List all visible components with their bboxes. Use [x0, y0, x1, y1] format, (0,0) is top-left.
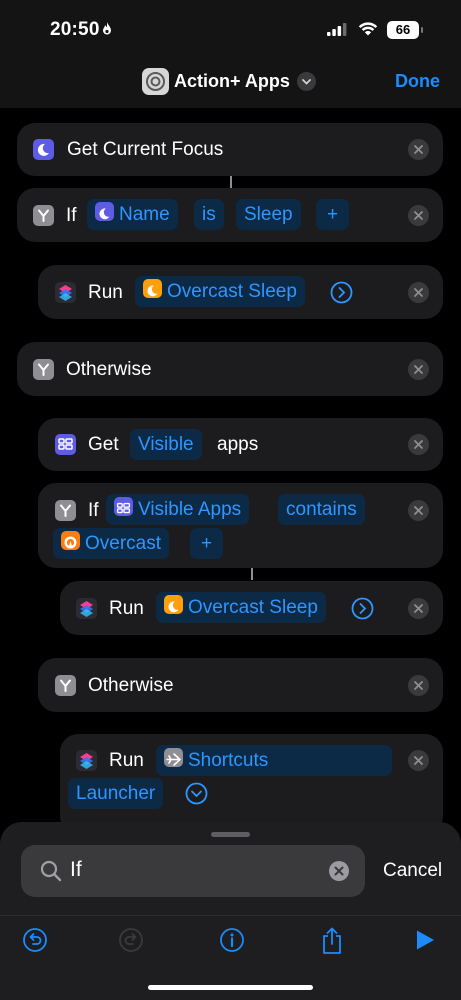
chevron-down-icon[interactable] — [297, 72, 316, 91]
search-input[interactable]: If — [70, 858, 82, 882]
action-run-shortcuts-launcher[interactable]: Run Shortcuts Launcher — [60, 734, 443, 834]
token-label: Name — [119, 204, 170, 225]
play-icon[interactable] — [414, 929, 436, 951]
moon-icon — [164, 595, 183, 614]
status-time: 20:50 — [50, 19, 112, 41]
action-if-visible-apps[interactable]: If Visible Apps contains Overcast + — [38, 483, 443, 568]
moon-icon — [95, 202, 114, 221]
if-keyword: If — [88, 500, 99, 521]
remove-action-button[interactable] — [408, 598, 429, 619]
shortcut-token[interactable]: Overcast Sleep — [135, 276, 305, 307]
connector-line — [230, 176, 232, 188]
action-otherwise[interactable]: Otherwise — [38, 658, 443, 712]
done-button[interactable]: Done — [395, 71, 440, 92]
sheet-grabber[interactable] — [211, 832, 250, 837]
remove-action-button[interactable] — [408, 500, 429, 521]
add-condition-button[interactable]: + — [316, 199, 349, 230]
redo-icon[interactable] — [118, 927, 144, 953]
remove-action-button[interactable] — [408, 282, 429, 303]
shortcuts-icon — [76, 598, 97, 619]
shortcut-token[interactable]: Shortcuts — [156, 745, 392, 776]
run-keyword: Run — [109, 598, 144, 619]
get-keyword: Get — [88, 434, 119, 455]
action-run-overcast-sleep[interactable]: Run Overcast Sleep — [60, 581, 443, 635]
shortcut-app-icon[interactable] — [142, 68, 169, 95]
shortcut-title[interactable]: Action+ Apps — [174, 71, 290, 92]
action-if-focus[interactable]: If Name is Sleep + — [17, 188, 443, 242]
token-label: Visible — [138, 434, 194, 455]
chevron-right-circle-icon[interactable] — [351, 597, 374, 620]
action-get-current-focus[interactable]: Get Current Focus — [17, 123, 443, 176]
clear-search-button[interactable] — [329, 861, 349, 881]
remove-action-button[interactable] — [408, 434, 429, 455]
if-keyword: If — [66, 205, 77, 226]
overcast-app-token[interactable]: Overcast — [53, 528, 170, 559]
token-label: Visible Apps — [138, 499, 242, 520]
otherwise-keyword: Otherwise — [66, 359, 152, 380]
remove-action-button[interactable] — [408, 359, 429, 380]
value-token[interactable]: Sleep — [236, 199, 301, 230]
connector-line — [251, 568, 253, 580]
focus-name-token[interactable]: Name — [87, 199, 178, 230]
moon-icon — [143, 279, 162, 298]
token-label: Overcast Sleep — [167, 281, 297, 302]
token-label: contains — [286, 499, 357, 520]
wifi-icon — [358, 22, 378, 36]
app-grid-icon — [114, 497, 133, 516]
apps-label: apps — [217, 434, 259, 455]
branch-icon — [55, 675, 76, 696]
cellular-signal-icon — [327, 23, 347, 36]
toolbar-divider — [0, 915, 461, 916]
chevron-down-circle-icon[interactable] — [185, 782, 208, 805]
otherwise-keyword: Otherwise — [88, 675, 174, 696]
moon-icon — [33, 139, 54, 160]
remove-action-button[interactable] — [408, 750, 429, 771]
home-indicator — [148, 985, 313, 990]
airplane-icon — [164, 748, 183, 767]
token-label: Sleep — [244, 204, 293, 225]
remove-action-button[interactable] — [408, 675, 429, 696]
add-condition-button[interactable]: + — [190, 528, 223, 559]
shortcut-token[interactable]: Overcast Sleep — [156, 592, 326, 623]
shortcuts-icon — [55, 282, 76, 303]
remove-action-button[interactable] — [408, 205, 429, 226]
action-run-overcast-sleep[interactable]: Run Overcast Sleep — [38, 265, 443, 319]
condition-token[interactable]: contains — [278, 494, 365, 525]
cancel-button[interactable]: Cancel — [383, 860, 442, 882]
token-label: Launcher — [76, 783, 156, 804]
token-label: Overcast — [85, 533, 162, 554]
undo-icon[interactable] — [22, 927, 48, 953]
token-label: Overcast Sleep — [188, 597, 318, 618]
run-keyword: Run — [88, 282, 123, 303]
shortcuts-icon — [76, 750, 97, 771]
token-label: Shortcuts — [188, 750, 269, 771]
condition-token[interactable]: is — [194, 199, 224, 230]
search-icon — [40, 860, 62, 882]
branch-icon — [33, 359, 54, 380]
run-keyword: Run — [109, 750, 144, 771]
action-label: Get Current Focus — [67, 139, 224, 160]
app-grid-icon — [55, 434, 76, 455]
token-label: is — [202, 204, 216, 225]
shortcut-token-continued[interactable]: Launcher — [68, 778, 164, 809]
visible-apps-token[interactable]: Visible Apps — [106, 494, 250, 525]
share-icon[interactable] — [320, 927, 344, 955]
action-otherwise[interactable]: Otherwise — [17, 342, 443, 396]
branch-icon — [55, 500, 76, 521]
branch-icon — [33, 205, 54, 226]
battery-icon: 66 — [387, 21, 423, 39]
overcast-icon — [61, 531, 80, 550]
chevron-right-circle-icon[interactable] — [330, 281, 353, 304]
settings-gear-icon — [146, 72, 165, 91]
action-get-visible-apps[interactable]: Get Visible apps — [38, 418, 443, 471]
remove-action-button[interactable] — [408, 139, 429, 160]
info-icon[interactable] — [219, 927, 245, 953]
visible-token[interactable]: Visible — [130, 429, 202, 460]
flame-icon — [102, 22, 111, 35]
